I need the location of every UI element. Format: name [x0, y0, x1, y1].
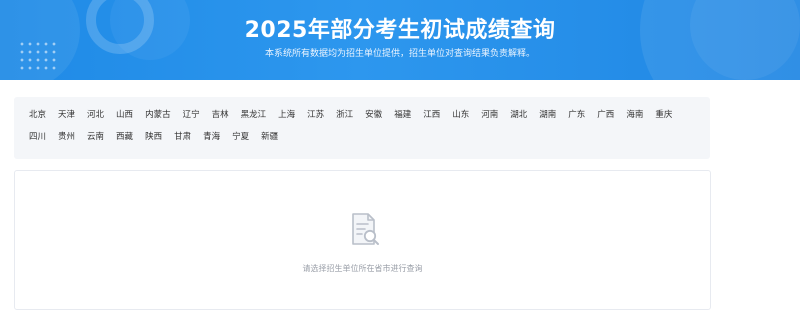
document-search-icon — [352, 213, 379, 245]
region-selector: 北京 天津 河北 山西 内蒙古 辽宁 吉林 黑龙江 上海 江苏 浙江 安徽 福建 江西 山东 河南 湖北 湖南 广东… — [14, 97, 710, 159]
region-item[interactable]: 青海 — [203, 130, 220, 152]
region-item[interactable]: 新疆 — [261, 130, 278, 152]
region-item[interactable]: 黑龙江 — [241, 108, 267, 130]
region-item[interactable]: 宁夏 — [232, 130, 249, 152]
empty-state-message: 请选择招生单位所在省市进行查询 — [302, 264, 423, 273]
result-panel: 请选择招生单位所在省市进行查询 — [14, 170, 711, 310]
region-item[interactable]: 江西 — [423, 108, 440, 130]
region-item[interactable]: 内蒙古 — [145, 108, 171, 130]
region-item[interactable]: 广东 — [568, 108, 585, 130]
region-item[interactable]: 四川 — [29, 130, 46, 152]
region-item[interactable]: 广西 — [597, 108, 614, 130]
region-item[interactable]: 吉林 — [212, 108, 229, 130]
region-item[interactable]: 陕西 — [145, 130, 162, 152]
region-item[interactable]: 重庆 — [655, 108, 672, 130]
region-item[interactable]: 西藏 — [116, 130, 133, 152]
region-item[interactable]: 北京 — [29, 108, 46, 130]
page-subtitle: 本系统所有数据均为招生单位提供，招生单位对查询结果负责解释。 — [264, 49, 535, 59]
region-item[interactable]: 上海 — [278, 108, 295, 130]
header-banner: 2025年部分考生初试成绩查询 本系统所有数据均为招生单位提供，招生单位对查询结… — [0, 0, 800, 80]
region-list: 北京 天津 河北 山西 内蒙古 辽宁 吉林 黑龙江 上海 江苏 浙江 安徽 福建 江西 山东 河南 湖北 湖南 广东… — [29, 108, 699, 152]
region-item[interactable]: 湖南 — [539, 108, 556, 130]
region-item[interactable]: 河南 — [481, 108, 498, 130]
page-title: 2025年部分考生初试成绩查询 — [244, 18, 556, 43]
region-item[interactable]: 天津 — [58, 108, 75, 130]
region-item[interactable]: 湖北 — [510, 108, 527, 130]
region-item[interactable]: 江苏 — [307, 108, 324, 130]
region-item[interactable]: 辽宁 — [183, 108, 200, 130]
region-item[interactable]: 贵州 — [58, 130, 75, 152]
region-item[interactable]: 山西 — [116, 108, 133, 130]
region-item[interactable]: 河北 — [87, 108, 104, 130]
region-item[interactable]: 山东 — [452, 108, 469, 130]
region-item[interactable]: 海南 — [626, 108, 643, 130]
region-item[interactable]: 福建 — [394, 108, 411, 130]
region-item[interactable]: 浙江 — [336, 108, 353, 130]
region-item[interactable]: 安徽 — [365, 108, 382, 130]
region-item[interactable]: 云南 — [87, 130, 104, 152]
region-item[interactable]: 甘肃 — [174, 130, 191, 152]
